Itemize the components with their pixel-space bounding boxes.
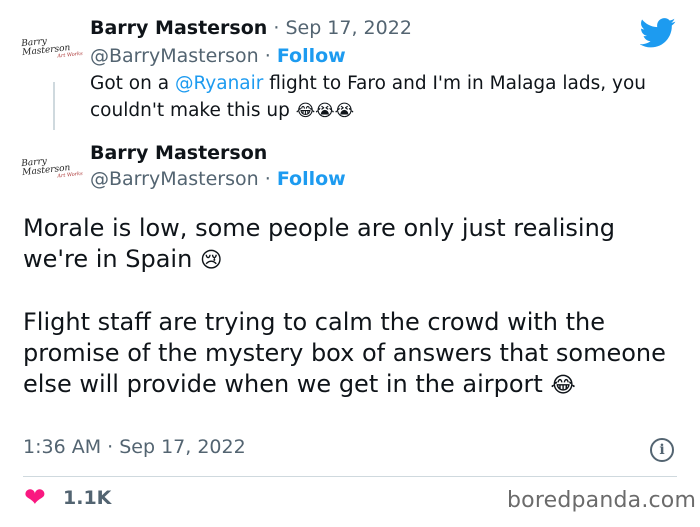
main-tweet-handle-row: @BarryMasterson · Follow xyxy=(90,168,346,190)
author-name[interactable]: Barry Masterson xyxy=(90,142,267,164)
tweet-paragraph: Flight staff are trying to calm the crow… xyxy=(23,307,683,401)
avatar[interactable]: Barry Masterson Art Works xyxy=(21,30,83,66)
author-handle[interactable]: @BarryMasterson xyxy=(90,45,259,67)
thread-connector-line xyxy=(53,82,55,130)
tweet-paragraph: Morale is low, some people are only just… xyxy=(23,213,683,276)
mention-link[interactable]: @Ryanair xyxy=(175,73,263,94)
tweet-text-segment: Morale is low, some people are only just… xyxy=(23,214,616,273)
avatar[interactable]: Barry Masterson Art Works xyxy=(21,150,83,186)
follow-button[interactable]: Follow xyxy=(277,45,346,67)
author-handle[interactable]: @BarryMasterson xyxy=(90,168,259,190)
like-count[interactable]: 1.1K xyxy=(63,487,111,509)
quoted-tweet-text: Got on a @Ryanair flight to Faro and I'm… xyxy=(90,70,680,124)
tweet-text-segment: Got on a xyxy=(90,73,175,94)
heart-icon[interactable]: ❤ xyxy=(24,483,46,513)
emoji: 😂😭😭 xyxy=(295,101,355,120)
main-tweet-text: Morale is low, some people are only just… xyxy=(23,213,683,401)
twitter-bird-icon[interactable] xyxy=(640,18,676,48)
separator: · xyxy=(264,45,271,67)
follow-button[interactable]: Follow xyxy=(277,168,346,190)
tweet-date[interactable]: Sep 17, 2022 xyxy=(285,17,411,39)
emoji: 😂 xyxy=(550,373,576,398)
divider xyxy=(23,476,677,477)
main-tweet-author-row: Barry Masterson xyxy=(90,142,267,164)
quoted-tweet-author-row: Barry Masterson · Sep 17, 2022 xyxy=(90,17,412,39)
tweet-timestamp[interactable]: 1:36 AM · Sep 17, 2022 xyxy=(23,436,246,458)
quoted-tweet-handle-row: @BarryMasterson · Follow xyxy=(90,45,346,67)
separator: · xyxy=(264,168,271,190)
author-name[interactable]: Barry Masterson xyxy=(90,17,267,39)
emoji: 😢 xyxy=(199,248,223,273)
separator: · xyxy=(273,17,280,39)
watermark: boredpanda.com xyxy=(507,488,697,513)
info-icon[interactable]: i xyxy=(650,438,674,462)
